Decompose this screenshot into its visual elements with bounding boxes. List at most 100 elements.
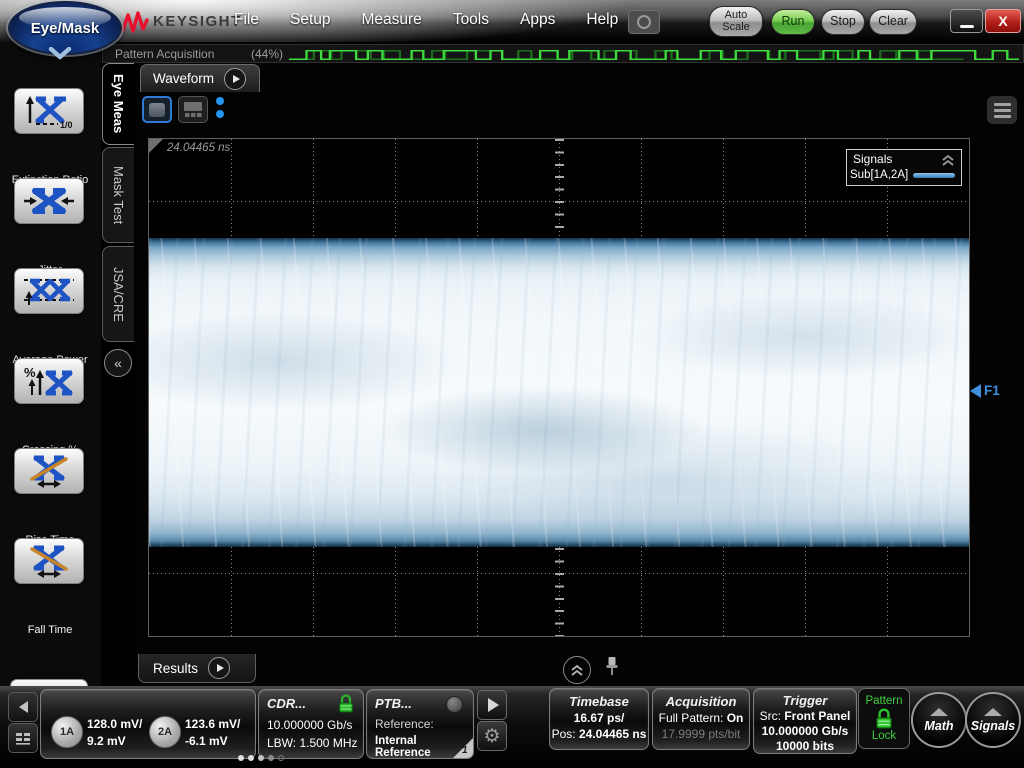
left-triangle-icon [19,701,28,713]
menu-setup[interactable]: Setup [290,11,331,29]
ptb-panel[interactable]: PTB... Reference: Internal Reference 1 [366,689,474,759]
statusbar-page-dots[interactable] [238,755,284,761]
trigger-rate: 10.000000 Gb/s [754,724,856,738]
menu-file[interactable]: File [234,11,259,29]
ptb-reference-label: Reference: [375,717,434,731]
channel-2a-offset: -6.1 mV [185,734,228,748]
camera-lens [637,15,651,29]
extinction-ratio-button[interactable]: 1/0 [14,88,84,134]
signals-button[interactable]: Signals [965,692,1021,748]
flexdca-window: KEYSIGHT File Setup Measure Tools Apps H… [0,0,1024,768]
waveform-tab-play-icon[interactable] [224,68,246,90]
average-power-button[interactable] [14,268,84,314]
statusbar-prev-button[interactable] [8,692,38,722]
timebase-title: Timebase [550,694,648,709]
ptb-badge-number: 1 [462,745,468,756]
play-icon [488,698,499,712]
extinction-ratio-icon: 1/0 [22,93,76,129]
double-chevron-up-icon [570,665,584,676]
tab-mask-test[interactable]: Mask Test [102,147,134,243]
hamburger-icon [994,103,1011,106]
single-view-icon [149,103,165,117]
autoscale-button[interactable]: Auto Scale [709,6,763,37]
timebase-scale: 16.67 ps/ [550,711,648,725]
title-bar: KEYSIGHT File Setup Measure Tools Apps H… [0,0,1024,42]
lock-icon [337,694,355,713]
brand-keysight: KEYSIGHT [153,13,242,30]
legend-title: Signals [853,152,892,166]
math-up-arrow-icon [930,708,948,716]
crossing-percent-icon: % [22,363,76,399]
f1-marker-arrow-icon [970,384,981,398]
signals-legend: Signals Sub[1A,2A] [846,149,962,186]
clear-button[interactable]: Clear [869,9,917,35]
tab-waveform[interactable]: Waveform [140,64,260,92]
tab-jsa-cre[interactable]: JSA/CRE [102,246,134,342]
minimize-button[interactable] [950,9,983,33]
close-button[interactable]: X [985,9,1021,33]
pattern-lock-line2: Lock [872,730,896,742]
timebase-pos-label: Pos: [552,727,576,741]
channels-panel[interactable]: 1A 128.0 mV/ 9.2 mV 2A 123.6 mV/ -6.1 mV [40,689,256,759]
tab-eye-meas[interactable]: Eye Meas [102,63,134,145]
crossing-button[interactable]: % [14,358,84,404]
cdr-title: CDR... [267,696,306,711]
pin-icon[interactable] [604,656,620,676]
pattern-acquisition-percent: (44%) [251,47,283,61]
fall-time-button[interactable] [14,538,84,584]
plot-timebase-position-label: 24.04465 ns [167,142,230,154]
legend-collapse-chevron-icon[interactable] [941,155,955,166]
acquisition-full-pattern-value: On [727,711,744,725]
chevron-down-icon[interactable] [47,47,73,60]
math-button[interactable]: Math [911,692,967,748]
minimize-icon [960,25,974,28]
plot-corner-fold-icon [149,139,163,153]
jitter-button[interactable] [14,178,84,224]
measurement-sidebar: 1/0 Extinction Ratio Jitter Average Powe… [0,42,101,686]
keysight-logo-icon [121,11,149,33]
menu-help[interactable]: Help [586,11,618,29]
run-button[interactable]: Run [771,9,815,35]
menu-measure[interactable]: Measure [362,11,422,29]
panel-menu-button[interactable] [987,96,1017,124]
cdr-rate: 10.000000 Gb/s [267,718,352,732]
acquisition-panel[interactable]: Acquisition Full Pattern: On 17.9999 pts… [652,688,750,750]
trigger-title: Trigger [754,693,856,708]
acquisition-full-pattern-label: Full Pattern: [659,711,724,725]
sidebar-collapse-button[interactable]: « [104,349,132,377]
menu-apps[interactable]: Apps [520,11,555,29]
eye-diagram-trace [149,238,969,547]
timebase-panel[interactable]: Timebase 16.67 ps/ Pos: 24.04465 ns [549,688,649,750]
gear-icon: ⚙ [483,727,500,746]
results-tab-play-icon[interactable] [208,657,230,679]
pattern-trace-icon [289,47,1019,62]
pattern-lock-button[interactable]: Pattern Lock [858,688,910,749]
screenshot-camera-icon[interactable] [628,10,660,34]
f1-function-marker[interactable]: F1 [970,383,1000,398]
legend-swatch-blue [913,173,955,178]
stop-button[interactable]: Stop [821,9,865,35]
acquisition-title: Acquisition [653,694,749,709]
rise-time-button[interactable] [14,448,84,494]
rise-time-icon [22,453,76,489]
cdr-panel[interactable]: CDR... 10.000000 Gb/s LBW: 1.500 MHz [258,689,364,759]
channel-2a-badge: 2A [149,716,181,748]
tab-results[interactable]: Results [138,654,256,683]
trigger-panel[interactable]: Trigger Src: Front Panel 10.000000 Gb/s … [753,688,857,754]
menu-tools[interactable]: Tools [453,11,489,29]
ptb-status-led [446,696,463,713]
ptb-title: PTB... [375,696,412,711]
view-options-dots-icon[interactable] [216,97,224,118]
cdr-lbw: LBW: 1.500 MHz [267,736,357,750]
single-view-button[interactable] [142,96,172,123]
statusbar-overview-button[interactable] [8,723,38,753]
pattern-lock-icon [874,708,894,729]
statusbar-play-button[interactable] [477,690,507,720]
split-view-button[interactable] [178,96,208,123]
results-expand-button[interactable] [563,656,591,684]
jitter-icon [22,183,76,219]
statusbar-settings-button[interactable]: ⚙ [477,721,507,751]
fall-time-icon [22,543,76,579]
grid-icon [15,732,31,745]
menu-bar: File Setup Measure Tools Apps Help [234,11,618,29]
